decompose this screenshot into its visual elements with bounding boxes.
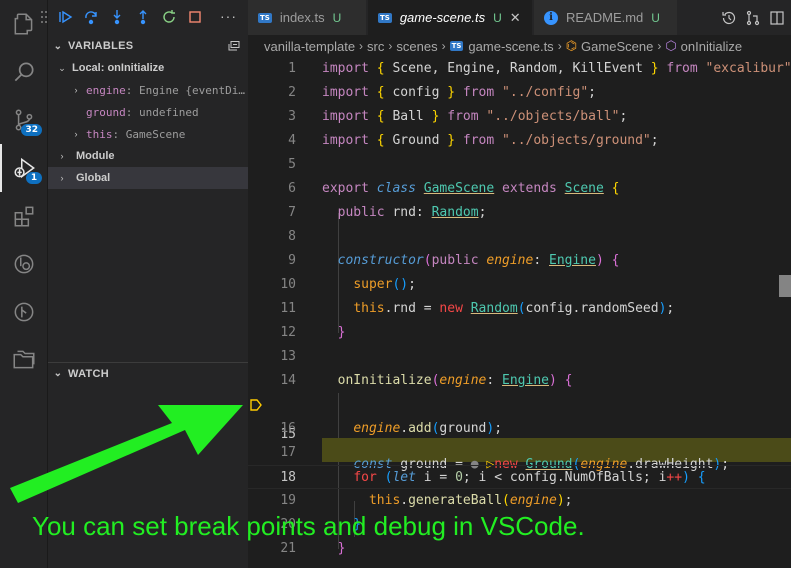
code-line: 1 import { Scene, Engine, Random, KillEve… — [288, 61, 791, 76]
split-editor-icon[interactable] — [769, 10, 785, 26]
editor-actions — [715, 0, 791, 35]
open-changes-icon[interactable] — [745, 10, 761, 26]
run-debug-icon[interactable]: 1 — [0, 144, 48, 192]
variables-tree: ⌄ Local: onInitialize › engine: Engine {… — [48, 57, 248, 189]
code-line: 13 — [280, 349, 296, 364]
remote-explorer-icon[interactable] — [0, 240, 48, 288]
code-line-breakpoint: 15 const ground = ● ▷new Ground(engine.d… — [248, 393, 791, 472]
tab-game-scene-ts[interactable]: TS game-scene.ts U ✕ — [368, 0, 533, 35]
code-editor[interactable]: 1 import { Scene, Engine, Random, KillEve… — [248, 57, 791, 568]
breadcrumb-item[interactable]: scenes — [396, 39, 437, 54]
code-line: 10 super(); — [280, 277, 416, 292]
chevron-right-icon: › — [74, 85, 78, 95]
code-line: 8 — [288, 229, 296, 244]
search-icon[interactable] — [0, 48, 48, 96]
step-out-button[interactable] — [130, 4, 156, 30]
code-line: 14 onInitialize(engine: Engine) { — [280, 373, 573, 388]
code-line: 4 import { Ground } from "../objects/grou… — [288, 133, 659, 148]
chevron-down-icon: ⌄ — [53, 40, 63, 52]
chevron-right-icon: › — [657, 39, 662, 53]
variable-this[interactable]: › this: GameScene — [48, 123, 248, 145]
breadcrumb-item[interactable]: onInitialize — [681, 39, 742, 54]
code-line: 7 public rnd: Random; — [288, 205, 487, 220]
typescript-icon: TS — [258, 12, 272, 23]
debug-toolbar — [52, 0, 208, 34]
code-line: 6 export class GameScene extends Scene { — [288, 181, 620, 196]
global-scope[interactable]: › Global — [48, 167, 248, 189]
continue-button[interactable] — [52, 4, 78, 30]
variable-ground[interactable]: ground: undefined — [48, 101, 248, 123]
code-line: 2 import { config } from "../config"; — [288, 85, 596, 100]
step-over-button[interactable] — [78, 4, 104, 30]
tab-readme-md[interactable]: i README.md U — [534, 0, 678, 35]
variable-engine[interactable]: › engine: Engine {eventDi… — [48, 79, 248, 101]
breakpoint-icon[interactable] — [250, 399, 262, 411]
extensions-icon[interactable] — [0, 192, 48, 240]
chevron-right-icon: › — [74, 129, 78, 139]
code-line-current: 18 for (let i = 0; i < config.NumOfBalls… — [248, 465, 791, 489]
chevron-right-icon: › — [557, 39, 562, 53]
source-control-badge: 32 — [21, 124, 42, 136]
breadcrumb-item[interactable]: game-scene.ts — [468, 39, 553, 54]
drag-grip-icon[interactable] — [40, 10, 48, 24]
typescript-icon: TS — [378, 12, 392, 23]
untracked-badge: U — [332, 10, 342, 25]
breadcrumb: vanilla-template › src › scenes › TS gam… — [248, 35, 791, 57]
breadcrumb-item[interactable]: vanilla-template — [264, 39, 355, 54]
chevron-right-icon: › — [441, 39, 446, 53]
method-symbol-icon: ⬡ — [665, 38, 677, 53]
minimap-slider[interactable] — [779, 275, 791, 297]
module-scope[interactable]: › Module — [48, 145, 248, 167]
timeline-icon[interactable] — [721, 10, 737, 26]
stop-button[interactable] — [182, 4, 208, 30]
source-control-icon[interactable]: 32 — [0, 96, 48, 144]
chevron-right-icon: › — [60, 173, 64, 183]
code-line: 5 — [288, 157, 296, 172]
code-line: 3 import { Ball } from "../objects/ball"; — [288, 109, 628, 124]
debug-badge: 1 — [26, 172, 42, 184]
untracked-badge: U — [493, 10, 502, 25]
code-line: 19 this.generateBall(engine); — [280, 493, 573, 508]
chevron-down-icon: ⌄ — [53, 368, 63, 379]
more-actions-icon[interactable]: ··· — [220, 8, 237, 24]
variables-header[interactable]: ⌄ VARIABLES — [48, 35, 248, 57]
chevron-right-icon: › — [359, 39, 364, 53]
typescript-icon: TS — [449, 41, 464, 51]
activity-bar: 32 1 — [0, 0, 48, 568]
tab-index-ts[interactable]: TS index.ts U — [248, 0, 367, 35]
code-line: 17 — [280, 445, 296, 460]
code-line: 12 } — [280, 325, 346, 340]
breadcrumb-item[interactable]: GameScene — [581, 39, 653, 54]
code-line: 11 this.rnd = new Random(config.randomSe… — [280, 301, 675, 316]
restart-button[interactable] — [156, 4, 182, 30]
chevron-right-icon: › — [388, 39, 393, 53]
folders-icon[interactable] — [0, 336, 48, 384]
untracked-badge: U — [651, 10, 660, 25]
chevron-right-icon: › — [60, 151, 64, 161]
collapse-all-icon[interactable] — [228, 41, 240, 51]
git-graph-icon[interactable] — [0, 288, 48, 336]
chevron-down-icon: ⌄ — [58, 62, 66, 73]
code-line: 9 constructor(public engine: Engine) { — [288, 253, 620, 268]
debug-sidebar: ··· ⌄ VARIABLES ⌄ Local: onInitialize › … — [41, 0, 248, 568]
step-into-button[interactable] — [104, 4, 130, 30]
local-scope[interactable]: ⌄ Local: onInitialize — [48, 57, 248, 79]
code-line: 16 engine.add(ground); — [280, 421, 503, 436]
class-symbol-icon: ⌬ — [565, 38, 578, 53]
breadcrumb-item[interactable]: src — [367, 39, 384, 54]
explorer-icon[interactable] — [0, 0, 48, 48]
close-icon[interactable]: ✕ — [510, 10, 521, 26]
watch-header[interactable]: ⌄ WATCH — [48, 362, 248, 384]
editor-tabs: TS index.ts U TS game-scene.ts U ✕ i REA… — [248, 0, 791, 35]
info-icon: i — [544, 10, 558, 25]
annotation-caption: You can set break points and debug in VS… — [32, 511, 585, 541]
